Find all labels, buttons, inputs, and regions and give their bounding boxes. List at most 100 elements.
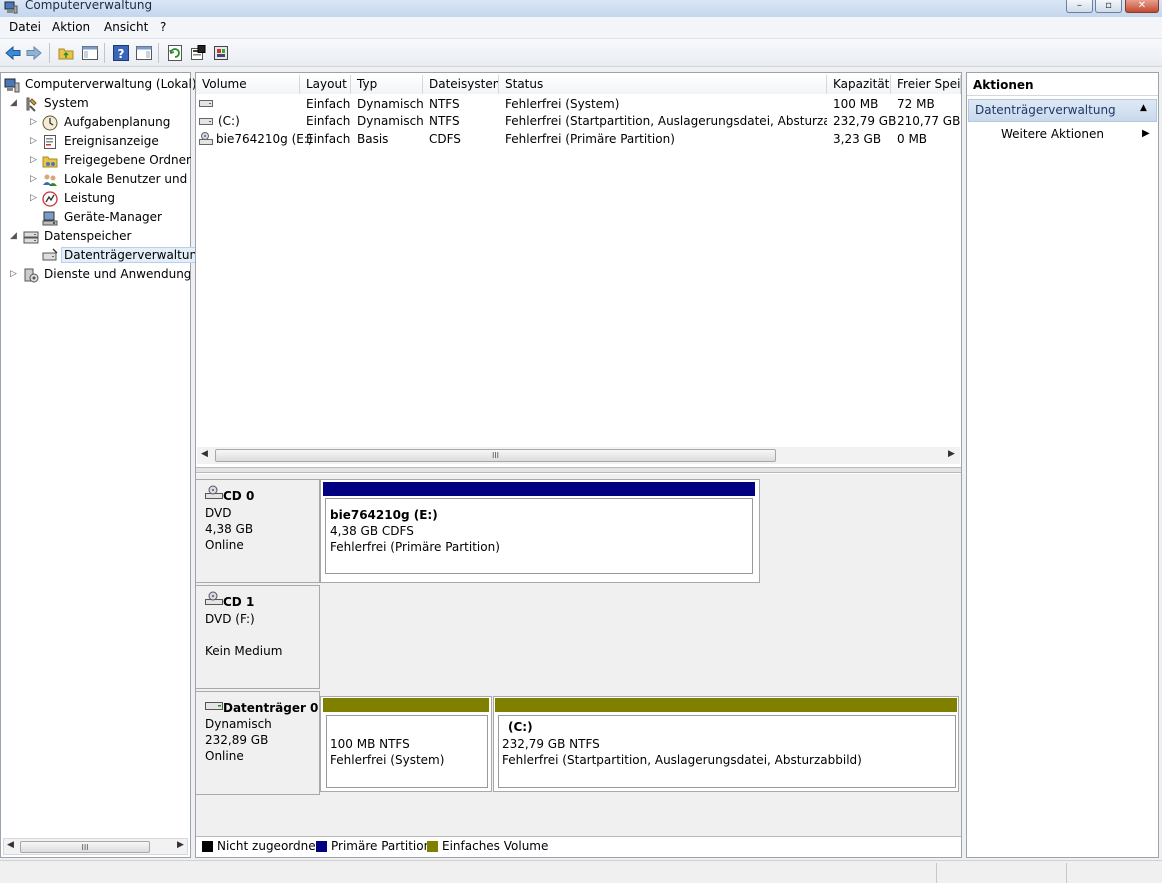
partition-size: 232,79 GB NTFS — [502, 737, 600, 751]
tree-label: Computerverwaltung (Lokal) — [25, 77, 197, 91]
computer-management-icon — [4, 1, 18, 14]
tree-item-aufgabenplanung[interactable]: ▷ Aufgabenplanung — [1, 114, 190, 133]
cell-layout: Einfach — [306, 97, 351, 111]
partition-disk0-system[interactable]: 100 MB NTFS Fehlerfrei (System) — [320, 696, 492, 792]
partition-status: Fehlerfrei (Startpartition, Auslagerungs… — [502, 753, 862, 767]
scroll-left-arrow-icon[interactable]: ◀ — [201, 449, 208, 459]
table-row[interactable]: bie764210g (E:) Einfach Basis CDFS Fehle… — [196, 131, 961, 149]
status-divider — [1066, 863, 1067, 883]
cell-status: Fehlerfrei (System) — [505, 97, 620, 111]
column-header-dateisystem[interactable]: Dateisystem — [423, 75, 499, 94]
expand-arrow-icon[interactable]: ▷ — [10, 269, 17, 279]
hard-disk-icon — [205, 702, 223, 710]
show-hide-console-tree-icon[interactable] — [81, 44, 99, 62]
column-header-kapazitaet[interactable]: Kapazität — [827, 75, 891, 94]
disk-label-disk0[interactable]: Datenträger 0 Dynamisch 232,89 GB Online — [196, 691, 320, 795]
column-header-typ[interactable]: Typ — [351, 75, 423, 94]
scroll-right-arrow-icon[interactable]: ▶ — [948, 449, 955, 459]
actions-section-datentraegerverwaltung[interactable]: Datenträgerverwaltung ▲ — [968, 99, 1157, 122]
tree-item-lokale-benutzer[interactable]: ▷ Lokale Benutzer und Gr — [1, 171, 190, 190]
collapse-arrow-icon[interactable]: ◢ — [10, 231, 17, 241]
table-row[interactable]: Einfach Dynamisch NTFS Fehlerfrei (Syste… — [196, 95, 961, 113]
scroll-right-arrow-icon[interactable]: ▶ — [177, 840, 184, 850]
tree-item-datenspeicher[interactable]: ◢ Datenspeicher — [1, 228, 190, 247]
column-header-volume[interactable]: Volume — [196, 75, 300, 94]
toolbar-separator — [104, 43, 105, 63]
close-button[interactable]: ✕ — [1125, 0, 1159, 13]
tree-label: Lokale Benutzer und Gr — [64, 172, 190, 186]
tree-label: Ereignisanzeige — [64, 134, 159, 148]
collapse-arrow-icon[interactable]: ◢ — [10, 98, 17, 108]
menu-datei[interactable]: Datei — [9, 20, 41, 34]
cell-volume: bie764210g (E:) — [216, 132, 313, 146]
simple-volume-bar — [495, 698, 957, 712]
scroll-thumb[interactable]: III — [215, 449, 776, 462]
disk-label-cd1[interactable]: CD 1 DVD (F:) Kein Medium — [196, 585, 320, 689]
table-row[interactable]: (C:) Einfach Dynamisch NTFS Fehlerfrei (… — [196, 113, 961, 131]
disk-label-cd0[interactable]: CD 0 DVD 4,38 GB Online — [196, 479, 320, 583]
maximize-button[interactable]: ▫ — [1095, 0, 1122, 13]
partition-body: 100 MB NTFS Fehlerfrei (System) — [326, 715, 488, 788]
tree-item-system[interactable]: ◢ System — [1, 95, 190, 114]
menu-help[interactable]: ? — [160, 20, 166, 34]
actions-section-title: Datenträgerverwaltung — [975, 103, 1116, 117]
pane-splitter[interactable] — [196, 467, 961, 473]
disk-type: Dynamisch — [205, 717, 272, 731]
properties-icon[interactable] — [189, 44, 207, 62]
disk-state: Kein Medium — [205, 644, 283, 658]
forward-arrow-icon[interactable] — [25, 44, 43, 62]
cd-drive-icon — [199, 132, 213, 145]
expand-arrow-icon[interactable]: ▷ — [30, 117, 37, 127]
disk-name: CD 0 — [223, 489, 255, 503]
help-icon[interactable]: ? — [112, 44, 130, 62]
scroll-left-arrow-icon[interactable]: ◀ — [7, 840, 14, 850]
toolbar: ? — [0, 39, 1162, 67]
action-weitere-aktionen[interactable]: Weitere Aktionen ▶ — [968, 125, 1157, 145]
expand-arrow-icon[interactable]: ▷ — [30, 136, 37, 146]
back-arrow-icon[interactable] — [4, 44, 22, 62]
refresh-icon[interactable] — [166, 44, 184, 62]
tree-item-root[interactable]: Computerverwaltung (Lokal) — [1, 76, 197, 95]
tree-horizontal-scrollbar[interactable]: ◀ III ▶ — [3, 838, 188, 855]
tree-item-freigegebene-ordner[interactable]: ▷ Freigegebene Ordner — [1, 152, 191, 171]
cell-typ: Dynamisch — [357, 97, 424, 111]
clock-icon — [42, 115, 58, 131]
cell-typ: Basis — [357, 132, 389, 146]
tree-label: Datenträgerverwaltung — [61, 247, 208, 263]
submenu-arrow-icon: ▶ — [1142, 128, 1150, 139]
window-title: Computerverwaltung — [25, 0, 153, 12]
partition-cd0-e[interactable]: bie764210g (E:) 4,38 GB CDFS Fehlerfrei … — [320, 479, 760, 583]
tree-item-geraete-manager[interactable]: Geräte-Manager — [1, 209, 190, 228]
disk-type: DVD — [205, 506, 232, 520]
menu-ansicht[interactable]: Ansicht — [104, 20, 148, 34]
scroll-thumb[interactable]: III — [20, 841, 150, 853]
tree-item-datentraegerverwaltung[interactable]: Datenträgerverwaltung — [1, 247, 208, 266]
expand-arrow-icon[interactable]: ▷ — [30, 193, 37, 203]
tree-item-leistung[interactable]: ▷ Leistung — [1, 190, 190, 209]
collapse-up-arrow-icon[interactable]: ▲ — [1140, 103, 1147, 113]
expand-arrow-icon[interactable]: ▷ — [30, 155, 37, 165]
cell-kapazitaet: 232,79 GB — [833, 114, 897, 128]
up-folder-icon[interactable] — [57, 44, 75, 62]
event-viewer-icon — [44, 135, 56, 149]
disk-settings-icon[interactable] — [212, 44, 230, 62]
column-header-status[interactable]: Status — [499, 75, 827, 94]
cell-kapazitaet: 3,23 GB — [833, 132, 882, 146]
disk-state: Online — [205, 749, 244, 763]
partition-disk0-c[interactable]: (C:) 232,79 GB NTFS Fehlerfrei (Startpar… — [493, 696, 959, 792]
column-header-freier-speicher[interactable]: Freier Speich — [891, 75, 961, 94]
disk-name: CD 1 — [223, 595, 255, 609]
tree-item-ereignisanzeige[interactable]: ▷ Ereignisanzeige — [1, 133, 190, 152]
cell-status: Fehlerfrei (Startpartition, Auslagerungs… — [505, 114, 827, 128]
console-tree: Computerverwaltung (Lokal) ◢ System ▷ Au… — [0, 72, 208, 858]
menu-aktion[interactable]: Aktion — [52, 20, 90, 34]
expand-arrow-icon[interactable]: ▷ — [30, 174, 37, 184]
disk-type: DVD (F:) — [205, 612, 255, 626]
minimize-button[interactable]: – — [1066, 0, 1093, 13]
disk-management-icon — [42, 248, 58, 261]
volume-list-horizontal-scrollbar[interactable]: ◀ III ▶ — [197, 447, 960, 464]
column-header-layout[interactable]: Layout — [300, 75, 351, 94]
show-hide-action-pane-icon[interactable] — [135, 44, 153, 62]
tree-item-dienste[interactable]: ▷ Dienste und Anwendungen — [1, 266, 190, 285]
cd-drive-icon — [205, 591, 223, 605]
